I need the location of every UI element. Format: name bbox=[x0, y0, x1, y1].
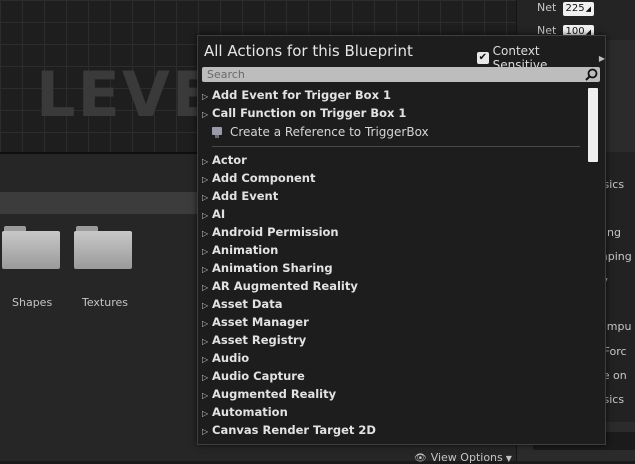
category-label: Asset Registry bbox=[212, 333, 307, 347]
expand-arrow-icon: ▷ bbox=[202, 427, 209, 436]
category-label: Animation bbox=[212, 243, 279, 257]
category-item[interactable]: ▷ Animation Sharing bbox=[202, 259, 586, 277]
expand-arrow-icon: ▷ bbox=[202, 110, 209, 119]
category-label: AR Augmented Reality bbox=[212, 279, 358, 293]
scrollbar-track[interactable] bbox=[588, 162, 598, 438]
item-label: Call Function on Trigger Box 1 bbox=[212, 106, 407, 120]
separator bbox=[212, 146, 580, 147]
category-label: Actor bbox=[212, 153, 247, 167]
net-row: Net 225 bbox=[537, 1, 594, 17]
category-label: Augmented Reality bbox=[212, 387, 337, 401]
folder-label-shapes: Shapes bbox=[12, 296, 53, 309]
popup-title: All Actions for this Blueprint bbox=[204, 42, 413, 60]
search-box bbox=[202, 67, 600, 82]
category-item[interactable]: ▷ Automation bbox=[202, 403, 586, 421]
scrollbar-thumb[interactable] bbox=[588, 88, 598, 162]
search-icon[interactable] bbox=[585, 68, 598, 81]
context-sensitive-checkbox[interactable]: ✔ bbox=[477, 52, 489, 64]
category-label: Android Permission bbox=[212, 225, 339, 239]
net-value-field[interactable]: 225 bbox=[562, 2, 594, 16]
category-item[interactable]: ▷ Android Permission bbox=[202, 223, 586, 241]
folder-label-textures: Textures bbox=[82, 296, 128, 309]
item-label: Create a Reference to TriggerBox bbox=[230, 125, 429, 139]
folder-shapes[interactable] bbox=[2, 226, 60, 272]
list-item-create-reference[interactable]: Create a Reference to TriggerBox bbox=[202, 122, 586, 143]
category-label: Automation bbox=[212, 405, 288, 419]
category-label: Add Event bbox=[212, 189, 279, 203]
category-item[interactable]: ▷ Asset Manager bbox=[202, 313, 586, 331]
category-label: Asset Manager bbox=[212, 315, 309, 329]
item-label: Add Event for Trigger Box 1 bbox=[212, 88, 392, 102]
action-list: ▷ Add Event for Trigger Box 1 ▷ Call Funct… bbox=[202, 86, 586, 440]
category-item[interactable]: ▷ Animation bbox=[202, 241, 586, 259]
category-item[interactable]: ▷ Asset Registry bbox=[202, 331, 586, 349]
net-settings: Net 225 Net 100 bbox=[517, 0, 635, 40]
category-label: Animation Sharing bbox=[212, 261, 333, 275]
content-browser-header bbox=[0, 192, 197, 214]
net-label: Net bbox=[537, 1, 557, 14]
list-item-add-event-trigger[interactable]: ▷ Add Event for Trigger Box 1 bbox=[202, 86, 586, 104]
category-item[interactable]: ▷ Add Event bbox=[202, 187, 586, 205]
caret-down-icon: ▼ bbox=[505, 454, 512, 463]
category-item[interactable]: ▷ Augmented Reality bbox=[202, 385, 586, 403]
category-label: Audio bbox=[212, 351, 250, 365]
category-label: Canvas Render Target 2D bbox=[212, 423, 376, 437]
chevron-right-icon: ▶ bbox=[598, 53, 605, 63]
category-item[interactable]: ▷ AR Augmented Reality bbox=[202, 277, 586, 295]
category-item[interactable]: ▷ Audio bbox=[202, 349, 586, 367]
list-item-call-function-trigger[interactable]: ▷ Call Function on Trigger Box 1 bbox=[202, 104, 586, 122]
search-input[interactable] bbox=[202, 67, 582, 82]
category-label: Add Component bbox=[212, 171, 316, 185]
category-label: Audio Capture bbox=[212, 369, 305, 383]
blueprint-action-menu: All Actions for this Blueprint ✔ Context… bbox=[197, 35, 606, 445]
category-label: Asset Data bbox=[212, 297, 283, 311]
category-item[interactable]: ▷ AI bbox=[202, 205, 586, 223]
category-item[interactable]: ▷ Add Component bbox=[202, 169, 586, 187]
reference-node-icon bbox=[212, 127, 222, 138]
category-item[interactable]: ▷ Actor bbox=[202, 151, 586, 169]
view-options-button[interactable]: 👁 View Options ▼ bbox=[414, 451, 512, 464]
category-item[interactable]: ▷ Asset Data bbox=[202, 295, 586, 313]
category-label: AI bbox=[212, 207, 226, 221]
view-options-label: View Options bbox=[430, 451, 503, 464]
category-item[interactable]: ▷ Audio Capture bbox=[202, 367, 586, 385]
folder-textures[interactable] bbox=[74, 226, 132, 272]
eye-icon: 👁 bbox=[414, 453, 427, 464]
category-item[interactable]: ▷ Canvas Render Target 2D bbox=[202, 421, 586, 439]
